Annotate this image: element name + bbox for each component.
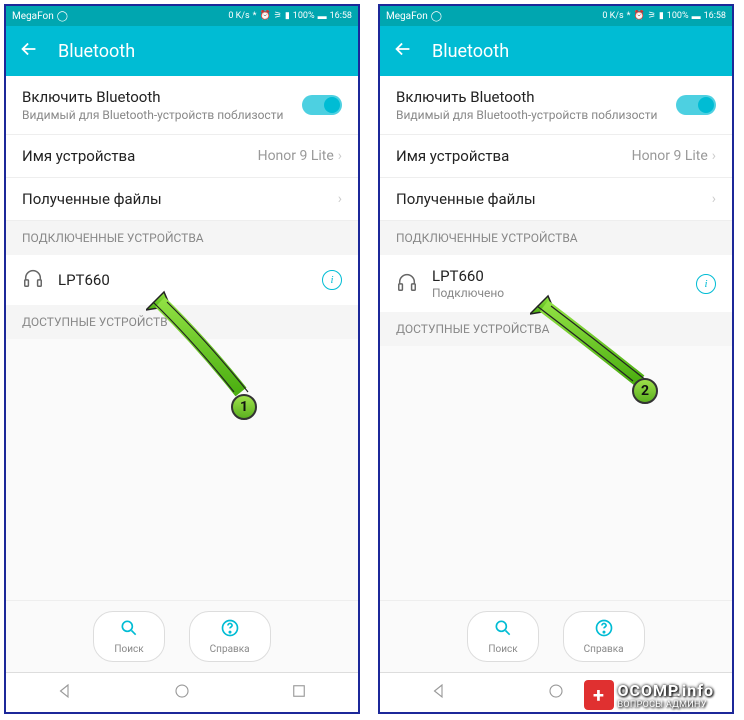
- enable-bluetooth-row[interactable]: Включить Bluetooth Видимый для Bluetooth…: [6, 76, 358, 135]
- bottom-action-bar: Поиск Справка: [380, 600, 732, 672]
- app-header: Bluetooth: [380, 26, 732, 76]
- connected-section-header: ПОДКЛЮЧЕННЫЕ УСТРОЙСТВА: [380, 221, 732, 255]
- device-name-row[interactable]: Имя устройства Honor 9 Lite ›: [380, 135, 732, 178]
- enable-sub: Видимый для Bluetooth-устройств поблизос…: [22, 108, 283, 122]
- help-icon: [220, 618, 240, 642]
- received-files-row[interactable]: Полученные файлы ›: [6, 178, 358, 221]
- enable-title: Включить Bluetooth: [22, 88, 283, 106]
- signal-icon: ▮: [285, 11, 290, 21]
- info-icon[interactable]: i: [322, 270, 342, 290]
- received-files-row[interactable]: Полученные файлы ›: [380, 178, 732, 221]
- info-icon[interactable]: i: [696, 274, 716, 294]
- nav-back-icon[interactable]: [56, 682, 74, 704]
- help-icon: [594, 618, 614, 642]
- chevron-right-icon: ›: [338, 148, 342, 164]
- paired-device-row[interactable]: LPT660 i: [6, 255, 358, 305]
- search-button[interactable]: Поиск: [467, 611, 538, 662]
- back-arrow-icon[interactable]: [392, 38, 414, 64]
- enable-title: Включить Bluetooth: [396, 88, 657, 106]
- nav-home-icon[interactable]: [547, 682, 565, 704]
- battery-icon: ▬: [318, 11, 327, 22]
- wifi-icon: ⚞: [274, 11, 282, 21]
- bluetooth-toggle[interactable]: [676, 95, 716, 115]
- nav-back-icon[interactable]: [430, 682, 448, 704]
- device-name-title: Имя устройства: [22, 147, 135, 165]
- nav-home-icon[interactable]: [173, 682, 191, 704]
- battery-icon: ▬: [692, 11, 701, 22]
- bottom-action-bar: Поиск Справка: [6, 600, 358, 672]
- search-label: Поиск: [114, 644, 143, 655]
- carrier-label: MegaFon: [12, 11, 54, 22]
- nav-recent-icon[interactable]: [290, 682, 308, 704]
- status-bar: MegaFon ◯ 0 K/s * ⏰ ⚞ ▮ 100% ▬ 16:58: [6, 6, 358, 26]
- status-bar: MegaFon ◯ 0 K/s * ⏰ ⚞ ▮ 100% ▬ 16:58: [380, 6, 732, 26]
- nav-bar: [6, 672, 358, 712]
- help-button[interactable]: Справка: [189, 611, 271, 662]
- paired-device-status: Подключено: [432, 286, 682, 300]
- chevron-right-icon: ›: [712, 191, 716, 207]
- help-button[interactable]: Справка: [563, 611, 645, 662]
- enable-bluetooth-row[interactable]: Включить Bluetooth Видимый для Bluetooth…: [380, 76, 732, 135]
- received-title: Полученные файлы: [396, 190, 536, 208]
- headphones-icon: [22, 267, 44, 293]
- available-section-header: ДОСТУПНЫЕ УСТРОЙСТВ: [6, 305, 358, 339]
- bluetooth-icon: *: [253, 11, 257, 21]
- paired-device-row[interactable]: LPT660 Подключено i: [380, 255, 732, 312]
- battery-pct: 100%: [667, 11, 689, 21]
- speed-indicator: 0 K/s: [602, 11, 623, 21]
- paired-device-name: LPT660: [58, 271, 308, 289]
- help-label: Справка: [584, 644, 624, 655]
- watermark-main: OCOMP.info: [618, 681, 715, 700]
- bluetooth-icon: *: [627, 11, 631, 21]
- enable-sub: Видимый для Bluetooth-устройств поблизос…: [396, 108, 657, 122]
- wifi-icon: ⚞: [648, 11, 656, 21]
- speed-indicator: 0 K/s: [228, 11, 249, 21]
- device-name-row[interactable]: Имя устройства Honor 9 Lite ›: [6, 135, 358, 178]
- battery-pct: 100%: [293, 11, 315, 21]
- chevron-right-icon: ›: [338, 191, 342, 207]
- help-label: Справка: [210, 644, 250, 655]
- search-icon: [493, 618, 513, 642]
- connected-section-header: ПОДКЛЮЧЕННЫЕ УСТРОЙСТВА: [6, 221, 358, 255]
- annotation-badge-1: 1: [231, 394, 257, 420]
- alarm-icon: ⏰: [634, 11, 645, 21]
- bluetooth-toggle[interactable]: [302, 95, 342, 115]
- headphones-icon: [396, 271, 418, 297]
- watermark-sub: ВОПРОСЫ АДМИНУ: [618, 700, 715, 710]
- search-icon: [119, 618, 139, 642]
- device-name-value: Honor 9 Lite: [258, 148, 334, 164]
- clock: 16:58: [704, 11, 726, 21]
- alarm-icon: ⏰: [260, 11, 271, 21]
- annotation-badge-2: 2: [632, 378, 658, 404]
- sync-icon: ◯: [57, 11, 68, 22]
- search-button[interactable]: Поиск: [93, 611, 164, 662]
- chevron-right-icon: ›: [712, 148, 716, 164]
- phone-right: MegaFon ◯ 0 K/s * ⏰ ⚞ ▮ 100% ▬ 16:58 Blu…: [378, 4, 734, 714]
- received-title: Полученные файлы: [22, 190, 162, 208]
- sync-icon: ◯: [431, 11, 442, 22]
- available-section-header: ДОСТУПНЫЕ УСТРОЙСТВА: [380, 312, 732, 346]
- signal-icon: ▮: [659, 11, 664, 21]
- device-name-value: Honor 9 Lite: [632, 148, 708, 164]
- clock: 16:58: [330, 11, 352, 21]
- search-label: Поиск: [488, 644, 517, 655]
- page-title: Bluetooth: [58, 41, 135, 62]
- watermark: + OCOMP.info ВОПРОСЫ АДМИНУ: [584, 680, 715, 710]
- device-name-title: Имя устройства: [396, 147, 509, 165]
- phone-left: MegaFon ◯ 0 K/s * ⏰ ⚞ ▮ 100% ▬ 16:58 Blu…: [4, 4, 360, 714]
- back-arrow-icon[interactable]: [18, 38, 40, 64]
- carrier-label: MegaFon: [386, 11, 428, 22]
- paired-device-name: LPT660: [432, 267, 682, 285]
- page-title: Bluetooth: [432, 41, 509, 62]
- app-header: Bluetooth: [6, 26, 358, 76]
- plus-icon: +: [584, 680, 614, 710]
